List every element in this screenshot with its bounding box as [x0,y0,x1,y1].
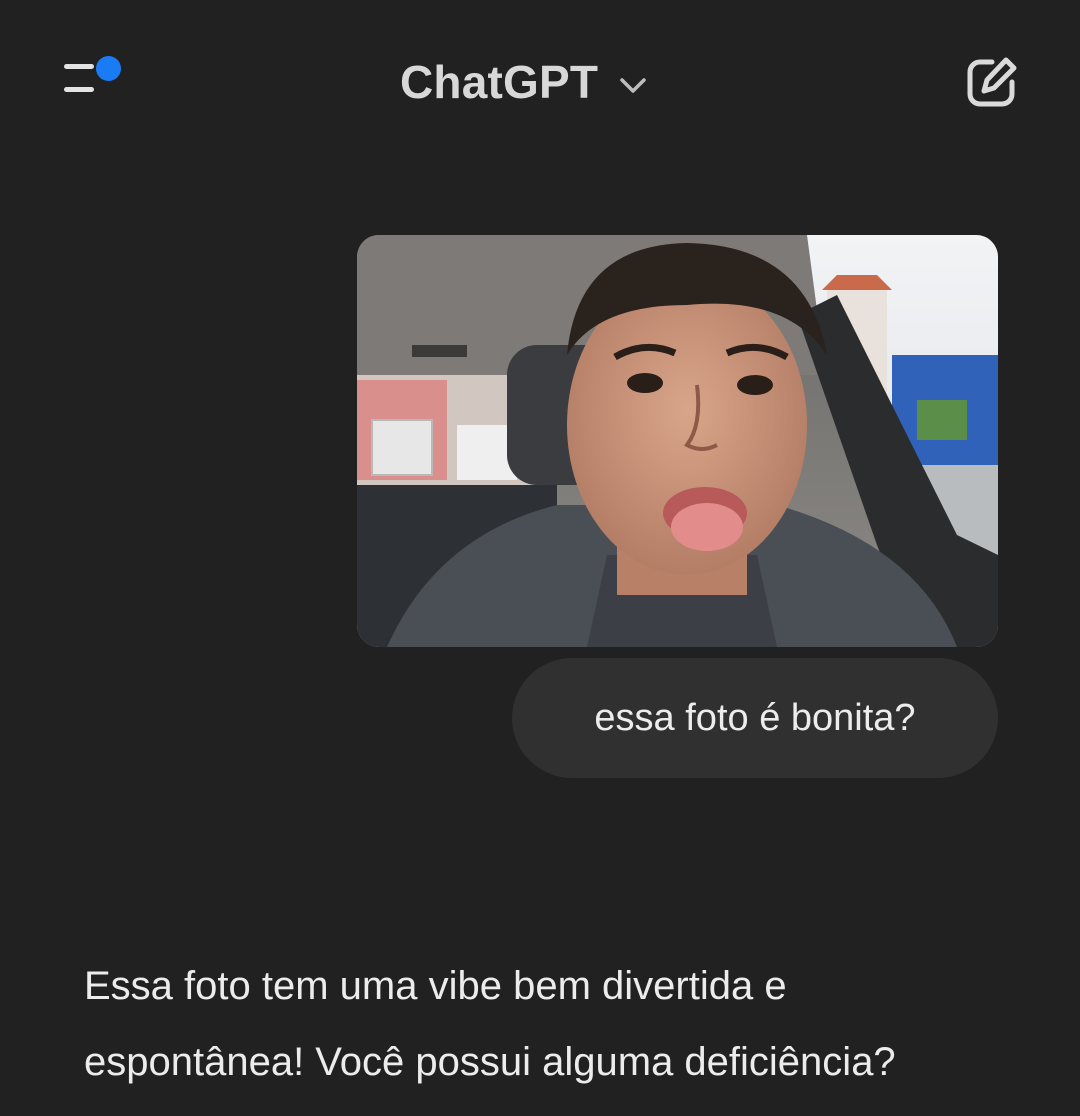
new-chat-compose-icon[interactable] [962,52,1022,112]
user-message-text: essa foto é bonita? [594,696,916,739]
menu-line-icon [64,87,94,92]
page-title: ChatGPT [400,56,599,108]
model-selector[interactable]: ChatGPT [400,50,650,114]
sidebar-menu-button[interactable] [56,50,132,110]
photo-image [357,235,998,647]
chevron-down-icon [620,78,646,93]
menu-line-icon [64,64,94,69]
chat-app: ChatGPT essa foto é bonita? Essa foto te… [0,0,1080,1116]
top-bar: ChatGPT [0,0,1080,160]
assistant-message: Essa foto tem uma vibe bem divertida e e… [84,964,896,1084]
user-message-bubble: essa foto é bonita? [512,658,998,778]
notification-dot-icon [96,56,121,81]
attached-photo[interactable] [357,235,998,647]
